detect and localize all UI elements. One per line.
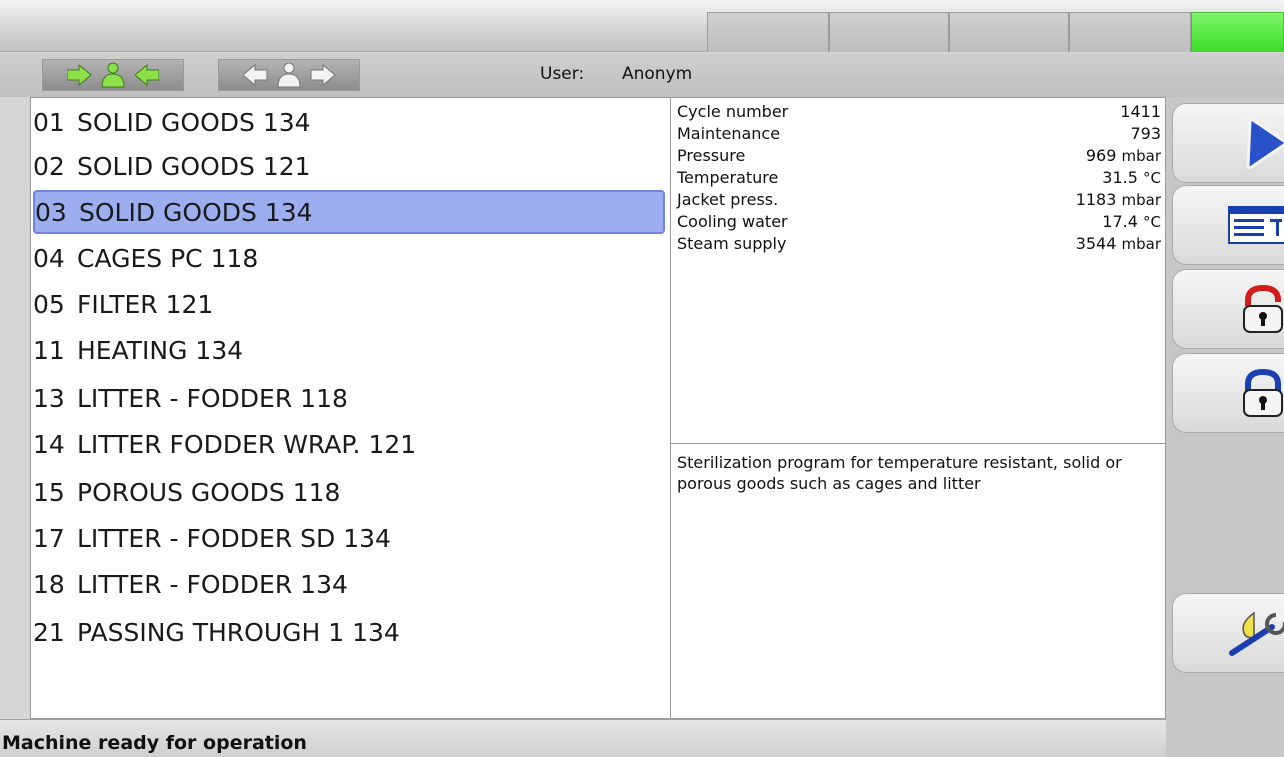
value-label: Maintenance bbox=[677, 124, 781, 143]
program-item-selected[interactable]: 03 SOLID GOODS 134 bbox=[33, 190, 665, 234]
value-row-cooling-water: Cooling water 17.4 °C bbox=[677, 212, 1161, 233]
value-label: Cooling water bbox=[677, 212, 788, 231]
program-item[interactable]: 02 SOLID GOODS 121 bbox=[33, 144, 665, 188]
lock-icon bbox=[1243, 368, 1283, 417]
value-number: 969 bbox=[1085, 146, 1117, 165]
value-row-pressure: Pressure 969 mbar bbox=[677, 146, 1161, 167]
program-list-icon bbox=[1228, 206, 1284, 244]
value-unit: mbar bbox=[1121, 235, 1162, 253]
user-login-icon bbox=[67, 62, 159, 88]
top-tab-bar bbox=[0, 0, 1284, 52]
value-label: Jacket press. bbox=[677, 190, 779, 209]
program-number: 05 bbox=[33, 289, 65, 319]
value-number: 793 bbox=[1130, 124, 1161, 143]
program-list: 01 SOLID GOODS 134 02 SOLID GOODS 121 03 SO… bbox=[30, 97, 671, 719]
status-text: Machine ready for operation bbox=[2, 732, 307, 754]
status-bar: Machine ready for operation bbox=[0, 719, 1166, 757]
program-item[interactable]: 18 LITTER - FODDER 134 bbox=[33, 562, 665, 606]
value-row-steam-supply: Steam supply 3544 mbar bbox=[677, 234, 1161, 255]
program-name: HEATING 134 bbox=[77, 335, 244, 365]
program-number: 21 bbox=[33, 617, 65, 647]
value-unit: mbar bbox=[1121, 191, 1162, 209]
program-name: SOLID GOODS 121 bbox=[77, 151, 311, 181]
program-number: 14 bbox=[33, 429, 65, 459]
program-number: 15 bbox=[33, 477, 65, 507]
machine-values-panel: Cycle number 1411 Maintenance 793 Pressu… bbox=[670, 97, 1166, 444]
program-item[interactable]: 13 LITTER - FODDER 118 bbox=[33, 376, 665, 420]
value-unit: °C bbox=[1143, 169, 1161, 187]
program-item[interactable]: 17 LITTER - FODDER SD 134 bbox=[33, 516, 665, 560]
value-number: 1183 bbox=[1075, 190, 1117, 209]
value-row-maintenance: Maintenance 793 bbox=[677, 124, 1161, 145]
value-number: 31.5 bbox=[1102, 168, 1138, 187]
user-logout-icon bbox=[243, 62, 335, 88]
program-name: FILTER 121 bbox=[77, 289, 214, 319]
value-reading: 969 mbar bbox=[1086, 146, 1161, 165]
unlock-button[interactable] bbox=[1172, 269, 1284, 349]
service-wrench-icon bbox=[1229, 611, 1284, 656]
user-label: User: bbox=[540, 64, 585, 84]
top-tab-4[interactable] bbox=[1069, 12, 1191, 52]
value-label: Pressure bbox=[677, 146, 746, 165]
value-unit: °C bbox=[1143, 213, 1161, 231]
value-reading: 1411 bbox=[1120, 102, 1161, 121]
program-number: 04 bbox=[33, 243, 65, 273]
program-description: Sterilization program for temperature re… bbox=[670, 443, 1166, 719]
program-name: SOLID GOODS 134 bbox=[79, 197, 313, 227]
value-number: 1411 bbox=[1120, 102, 1161, 121]
side-button-panel bbox=[1166, 97, 1284, 757]
program-item[interactable]: 14 LITTER FODDER WRAP. 121 bbox=[33, 422, 665, 466]
top-tab-1[interactable] bbox=[707, 12, 829, 52]
top-tab-2[interactable] bbox=[829, 12, 949, 52]
program-item[interactable]: 01 SOLID GOODS 134 bbox=[33, 100, 665, 144]
value-reading: 3544 mbar bbox=[1076, 234, 1161, 253]
program-name: SOLID GOODS 134 bbox=[77, 107, 311, 137]
value-number: 3544 bbox=[1075, 234, 1117, 253]
user-name: Anonym bbox=[622, 64, 693, 84]
program-name: POROUS GOODS 118 bbox=[77, 477, 341, 507]
program-number: 03 bbox=[35, 197, 67, 227]
start-program-button[interactable] bbox=[1172, 103, 1284, 183]
play-icon bbox=[1246, 117, 1284, 169]
value-label: Temperature bbox=[677, 168, 779, 187]
value-unit: mbar bbox=[1121, 147, 1162, 165]
program-name: LITTER - FODDER 134 bbox=[77, 569, 348, 599]
program-list-button[interactable] bbox=[1172, 185, 1284, 265]
program-number: 11 bbox=[33, 335, 65, 365]
program-item[interactable]: 15 POROUS GOODS 118 bbox=[33, 470, 665, 514]
top-tab-active[interactable] bbox=[1191, 12, 1284, 52]
program-number: 02 bbox=[33, 151, 65, 181]
value-reading: 793 bbox=[1130, 124, 1161, 143]
program-item[interactable]: 11 HEATING 134 bbox=[33, 328, 665, 372]
lock-button[interactable] bbox=[1172, 353, 1284, 433]
program-item[interactable]: 05 FILTER 121 bbox=[33, 282, 665, 326]
value-label: Steam supply bbox=[677, 234, 787, 253]
top-tab-3[interactable] bbox=[949, 12, 1069, 52]
unlock-icon bbox=[1243, 284, 1283, 333]
program-name: LITTER - FODDER 118 bbox=[77, 383, 348, 413]
program-number: 17 bbox=[33, 523, 65, 553]
program-number: 01 bbox=[33, 107, 65, 137]
value-row-jacket-press: Jacket press. 1183 mbar bbox=[677, 190, 1161, 211]
program-name: LITTER FODDER WRAP. 121 bbox=[77, 429, 417, 459]
value-reading: 1183 mbar bbox=[1076, 190, 1161, 209]
value-number: 17.4 bbox=[1102, 212, 1138, 231]
program-name: CAGES PC 118 bbox=[77, 243, 259, 273]
value-row-temperature: Temperature 31.5 °C bbox=[677, 168, 1161, 189]
value-reading: 31.5 °C bbox=[1102, 168, 1161, 187]
program-item[interactable]: 04 CAGES PC 118 bbox=[33, 236, 665, 280]
value-label: Cycle number bbox=[677, 102, 789, 121]
value-reading: 17.4 °C bbox=[1102, 212, 1161, 231]
program-item[interactable]: 21 PASSING THROUGH 1 134 bbox=[33, 610, 665, 654]
service-button[interactable] bbox=[1172, 593, 1284, 673]
user-login-button[interactable] bbox=[42, 59, 184, 91]
program-number: 13 bbox=[33, 383, 65, 413]
program-name: LITTER - FODDER SD 134 bbox=[77, 523, 391, 553]
value-row-cycle-number: Cycle number 1411 bbox=[677, 102, 1161, 123]
program-number: 18 bbox=[33, 569, 65, 599]
program-name: PASSING THROUGH 1 134 bbox=[77, 617, 400, 647]
user-logout-button[interactable] bbox=[218, 59, 360, 91]
